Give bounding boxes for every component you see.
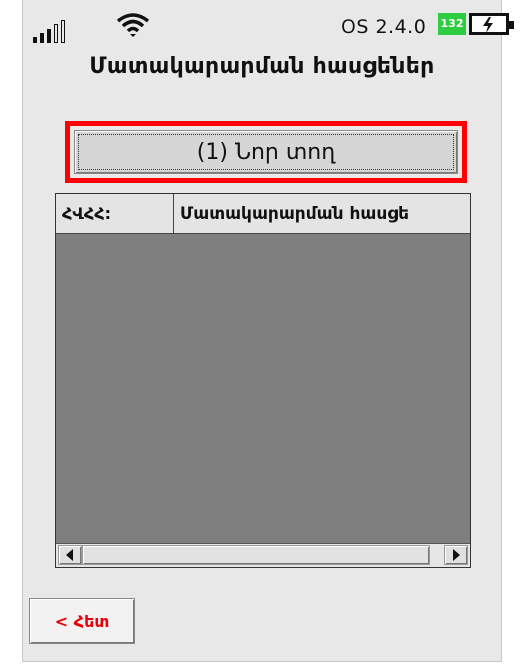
device-screen: ᱛS 2.4.0 132 Մատակարարման հասցեներ (1) Ն… <box>22 0 514 662</box>
column-header-tin[interactable]: ՀՎՀՀ: <box>56 194 174 233</box>
address-grid[interactable]: ՀՎՀՀ: Մատակարարման հասցե <box>55 193 471 568</box>
signal-icon <box>33 20 65 43</box>
grid-header: ՀՎՀՀ: Մատակարարման հասցե <box>56 194 470 234</box>
horizontal-scrollbar[interactable] <box>56 543 470 567</box>
new-row-button[interactable]: (1) Նոր տող <box>74 130 458 174</box>
scroll-right-button[interactable] <box>444 545 468 565</box>
arrow-right-icon <box>453 549 460 561</box>
os-version: ᱛS 2.4.0 <box>341 16 427 38</box>
wifi-icon <box>116 13 150 37</box>
battery-charging-icon <box>469 13 514 35</box>
new-row-button-focus-frame: (1) Նոր տող <box>65 121 467 183</box>
focus-outline <box>78 134 454 170</box>
column-header-delivery-address[interactable]: Մատակարարման հասցե <box>174 194 470 233</box>
arrow-left-icon <box>66 549 73 561</box>
scroll-left-button[interactable] <box>58 545 82 565</box>
status-bar: ᱛS 2.4.0 132 <box>23 0 514 48</box>
back-button[interactable]: < Հետ <box>29 598 135 644</box>
page-title: Մատակարարման հասցեներ <box>89 54 435 79</box>
battery-percent: 132 <box>438 13 466 35</box>
scrollbar-thumb[interactable] <box>82 545 430 565</box>
